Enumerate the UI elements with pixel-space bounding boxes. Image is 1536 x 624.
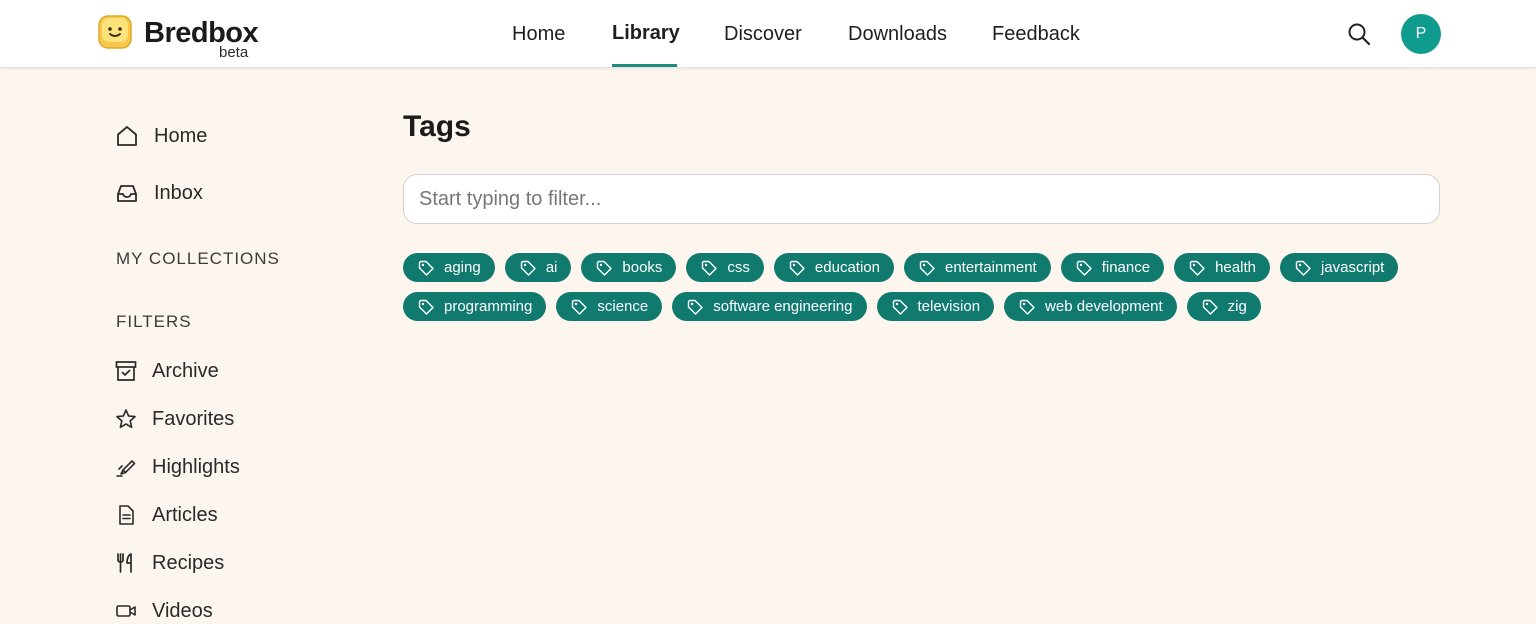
highlighter-icon xyxy=(116,460,136,477)
sidebar-item-videos[interactable]: Videos xyxy=(115,595,213,624)
sidebar-item-recipes[interactable]: Recipes xyxy=(115,547,224,579)
document-icon xyxy=(119,505,134,525)
search-icon[interactable] xyxy=(1346,21,1372,47)
tag-icon xyxy=(597,260,613,276)
tag-icon xyxy=(919,260,935,276)
sidebar-item-label: Home xyxy=(154,124,208,147)
video-icon xyxy=(116,605,136,617)
tag-chip[interactable]: css xyxy=(686,253,764,282)
tag-icon xyxy=(892,299,908,315)
tag-label: television xyxy=(917,298,981,315)
tag-label: finance xyxy=(1101,259,1151,276)
utensils-icon xyxy=(117,553,132,573)
sidebar-item-articles[interactable]: Articles xyxy=(115,499,218,531)
tag-icon xyxy=(1076,260,1092,276)
tag-chip[interactable]: aging xyxy=(403,253,495,282)
nav-downloads[interactable]: Downloads xyxy=(848,0,947,68)
tag-chip[interactable]: education xyxy=(773,253,894,282)
sidebar-item-label: Highlights xyxy=(152,455,240,478)
tag-chip[interactable]: television xyxy=(876,292,995,321)
tag-chip[interactable]: javascript xyxy=(1279,253,1399,282)
tag-label: science xyxy=(597,298,649,315)
inbox-icon xyxy=(117,185,137,202)
sidebar-item-inbox[interactable]: Inbox xyxy=(115,177,203,209)
tag-label: web development xyxy=(1045,298,1163,315)
tag-icon xyxy=(1189,260,1205,276)
active-nav-indicator xyxy=(612,64,677,67)
sidebar-item-highlights[interactable]: Highlights xyxy=(115,451,240,483)
sidebar-item-label: Inbox xyxy=(154,181,203,204)
page-title: Tags xyxy=(403,110,471,143)
sidebar-item-label: Archive xyxy=(152,359,219,382)
tag-icon xyxy=(688,299,703,315)
tag-list: aging ai books css education entertainme… xyxy=(403,253,1443,321)
tag-icon xyxy=(1202,299,1218,315)
tag-label: health xyxy=(1215,259,1256,276)
logo-icon xyxy=(98,15,132,49)
tag-label: zig xyxy=(1227,298,1247,315)
sidebar-item-label: Videos xyxy=(152,599,213,622)
tag-chip[interactable]: entertainment xyxy=(903,253,1051,282)
tag-label: aging xyxy=(444,259,481,276)
tag-icon xyxy=(1019,299,1035,315)
sidebar-item-label: Favorites xyxy=(152,407,235,430)
tag-icon xyxy=(520,260,536,276)
tag-chip[interactable]: programming xyxy=(403,292,547,321)
tag-label: education xyxy=(814,259,880,276)
tag-icon xyxy=(1295,260,1311,276)
tag-chip[interactable]: health xyxy=(1174,253,1270,282)
tag-icon xyxy=(572,299,588,315)
tag-chip[interactable]: ai xyxy=(504,253,572,282)
top-navigation-bar: Bredbox beta Home Library Discover Downl… xyxy=(0,0,1536,68)
tag-chip[interactable]: books xyxy=(581,253,677,282)
tag-chip[interactable]: zig xyxy=(1186,292,1261,321)
user-avatar[interactable]: P xyxy=(1401,14,1441,54)
tag-label: ai xyxy=(545,259,558,276)
sidebar-item-favorites[interactable]: Favorites xyxy=(115,403,234,435)
sidebar-item-label: Articles xyxy=(152,503,218,526)
star-icon xyxy=(116,409,136,429)
nav-feedback[interactable]: Feedback xyxy=(992,0,1080,68)
tag-icon xyxy=(702,260,718,276)
house-icon xyxy=(117,126,137,146)
nav-discover[interactable]: Discover xyxy=(724,0,802,68)
my-collections-heading: MY COLLECTIONS xyxy=(116,249,280,268)
sidebar-item-archive[interactable]: Archive xyxy=(115,355,219,387)
tag-chip[interactable]: finance xyxy=(1060,253,1165,282)
tag-label: programming xyxy=(444,298,533,315)
sidebar-item-label: Recipes xyxy=(152,551,225,574)
tag-label: entertainment xyxy=(944,259,1037,276)
tag-chip[interactable]: web development xyxy=(1004,292,1177,321)
nav-library[interactable]: Library xyxy=(612,0,680,68)
tag-icon xyxy=(789,260,805,276)
tag-icon xyxy=(418,299,434,315)
beta-badge: beta xyxy=(219,44,249,61)
tag-chip[interactable]: science xyxy=(556,292,663,321)
sidebar-item-home[interactable]: Home xyxy=(115,120,207,152)
tag-label: software engineering xyxy=(713,298,853,315)
tag-label: javascript xyxy=(1320,259,1385,276)
tag-icon xyxy=(418,260,434,276)
archive-icon xyxy=(115,361,137,381)
nav-home[interactable]: Home xyxy=(512,0,565,68)
tag-label: css xyxy=(727,259,750,276)
tag-chip[interactable]: software engineering xyxy=(672,292,867,321)
tag-label: books xyxy=(622,259,663,276)
filters-heading: FILTERS xyxy=(116,312,192,331)
tag-filter-input[interactable] xyxy=(403,174,1440,224)
